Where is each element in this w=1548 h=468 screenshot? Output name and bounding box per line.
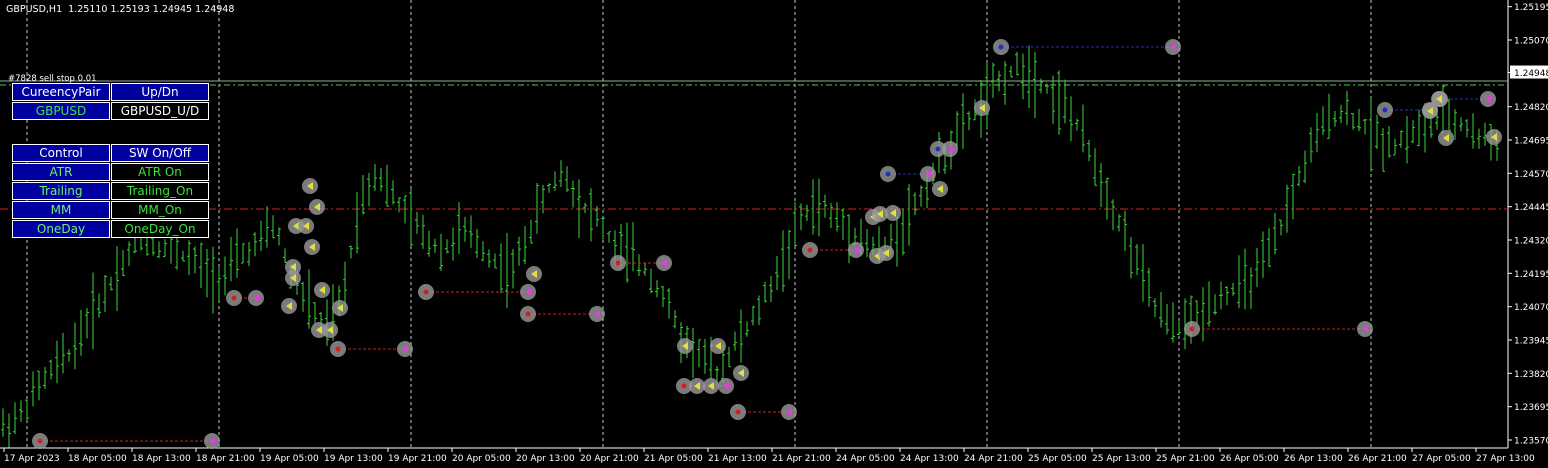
trade-open-dot xyxy=(1382,107,1388,113)
updown-header: Up/Dn xyxy=(111,83,209,101)
trade-open-dot xyxy=(681,383,687,389)
time-axis-label: 21 Apr 21:00 xyxy=(772,454,831,464)
currency-panel: CureencyPair Up/Dn GBPUSD GBPUSD_U/D xyxy=(12,83,210,121)
time-axis-label: 18 Apr 13:00 xyxy=(132,454,191,464)
time-axis-label: 24 Apr 13:00 xyxy=(900,454,959,464)
time-axis-label: 25 Apr 13:00 xyxy=(1092,454,1151,464)
atr-toggle[interactable]: ATR On xyxy=(111,163,209,181)
price-axis-label: 1.24445 xyxy=(1514,203,1548,213)
time-axis-label: 27 Apr 05:00 xyxy=(1412,454,1471,464)
price-chart[interactable]: 1.25195 1.25070 1.24948 1.24820 1.24695 1.245… xyxy=(0,0,1548,468)
price-axis-label: 1.24070 xyxy=(1514,303,1548,313)
time-axis-label: 21 Apr 13:00 xyxy=(708,454,767,464)
time-axis-label: 19 Apr 13:00 xyxy=(324,454,383,464)
price-axis-label: 1.23820 xyxy=(1514,370,1548,380)
mm-button[interactable]: MM xyxy=(12,201,110,219)
currency-pair-button[interactable]: GBPUSD xyxy=(12,102,110,120)
trade-open-dot xyxy=(37,438,43,444)
oneday-toggle[interactable]: OneDay_On xyxy=(111,220,209,238)
price-axis-label: 1.24320 xyxy=(1514,237,1548,247)
oneday-button[interactable]: OneDay xyxy=(12,220,110,238)
time-axis-label: 25 Apr 05:00 xyxy=(1028,454,1087,464)
control-panel: Control SW On/Off ATR ATR On Trailing Tr… xyxy=(12,144,210,239)
time-axis-label: 18 Apr 21:00 xyxy=(196,454,255,464)
time-axis-label: 25 Apr 21:00 xyxy=(1156,454,1215,464)
price-axis-label: 1.24570 xyxy=(1514,170,1548,180)
time-axis-label: 20 Apr 05:00 xyxy=(452,454,511,464)
trade-open-dot xyxy=(735,409,741,415)
trade-open-dot xyxy=(1189,326,1195,332)
trailing-button[interactable]: Trailing xyxy=(12,182,110,200)
price-axis-label: 1.23695 xyxy=(1514,403,1548,413)
price-axis-label: 1.24195 xyxy=(1514,270,1548,280)
time-axis-label: 19 Apr 21:00 xyxy=(388,454,447,464)
symbol-label: GBPUSD,H1 xyxy=(6,4,63,15)
chart-header: GBPUSD,H1 1.25110 1.25193 1.24945 1.2494… xyxy=(6,4,234,15)
trade-open-dot xyxy=(885,171,891,177)
time-axis-label: 18 Apr 05:00 xyxy=(68,454,127,464)
time-axis-label: 26 Apr 05:00 xyxy=(1220,454,1279,464)
price-axis-label: 1.23570 xyxy=(1514,437,1548,447)
trade-open-dot xyxy=(423,289,429,295)
trade-open-dot xyxy=(807,247,813,253)
trade-open-dot xyxy=(615,260,621,266)
time-axis-label: 26 Apr 21:00 xyxy=(1348,454,1407,464)
time-axis-label: 17 Apr 2023 xyxy=(4,454,60,464)
time-axis-label: 20 Apr 13:00 xyxy=(516,454,575,464)
time-axis-label: 24 Apr 21:00 xyxy=(964,454,1023,464)
time-axis-label: 20 Apr 21:00 xyxy=(580,454,639,464)
trade-open-dot xyxy=(998,44,1004,50)
price-axis-label: 1.23945 xyxy=(1514,337,1548,347)
time-axis-label: 19 Apr 05:00 xyxy=(260,454,319,464)
switch-header: SW On/Off xyxy=(111,144,209,162)
control-header: Control xyxy=(12,144,110,162)
trailing-toggle[interactable]: Trailing_On xyxy=(111,182,209,200)
atr-button[interactable]: ATR xyxy=(12,163,110,181)
price-axis-label: 1.24820 xyxy=(1514,103,1548,113)
price-axis-label: 1.24695 xyxy=(1514,137,1548,147)
updown-button[interactable]: GBPUSD_U/D xyxy=(111,102,209,120)
trade-open-dot xyxy=(231,295,237,301)
time-axis-label: 24 Apr 05:00 xyxy=(836,454,895,464)
time-axis-label: 26 Apr 13:00 xyxy=(1284,454,1343,464)
ohlc-values: 1.25110 1.25193 1.24945 1.24948 xyxy=(68,4,235,15)
trade-open-dot xyxy=(335,346,341,352)
price-axis-label: 1.25195 xyxy=(1514,3,1548,13)
price-axis-label: 1.25070 xyxy=(1514,37,1548,47)
trade-open-dot xyxy=(525,311,531,317)
time-axis-label: 21 Apr 05:00 xyxy=(644,454,703,464)
time-axis-label: 27 Apr 13:00 xyxy=(1476,454,1535,464)
trade-open-dot xyxy=(935,146,941,152)
currency-pair-header: CureencyPair xyxy=(12,83,110,101)
mm-toggle[interactable]: MM_On xyxy=(111,201,209,219)
price-axis-label: 1.24948 xyxy=(1514,69,1548,79)
